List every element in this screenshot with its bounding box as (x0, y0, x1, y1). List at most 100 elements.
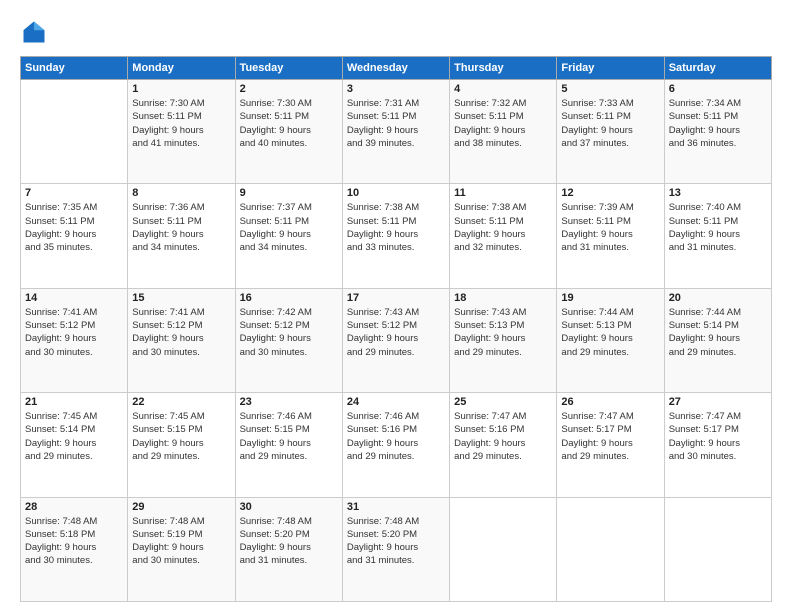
day-number: 6 (669, 83, 767, 95)
day-info: Sunrise: 7:46 AM Sunset: 5:16 PM Dayligh… (347, 411, 419, 462)
calendar-cell: 12 Sunrise: 7:39 AM Sunset: 5:11 PM Dayli… (557, 184, 664, 288)
day-number: 2 (240, 83, 338, 95)
calendar-cell: 11 Sunrise: 7:38 AM Sunset: 5:11 PM Dayli… (450, 184, 557, 288)
day-info: Sunrise: 7:38 AM Sunset: 5:11 PM Dayligh… (454, 202, 526, 253)
day-info: Sunrise: 7:45 AM Sunset: 5:15 PM Dayligh… (132, 411, 204, 462)
day-info: Sunrise: 7:44 AM Sunset: 5:14 PM Dayligh… (669, 307, 741, 358)
day-number: 30 (240, 501, 338, 513)
day-info: Sunrise: 7:41 AM Sunset: 5:12 PM Dayligh… (25, 307, 97, 358)
calendar-cell: 2 Sunrise: 7:30 AM Sunset: 5:11 PM Daylig… (235, 80, 342, 184)
logo (20, 18, 52, 46)
calendar-cell: 31 Sunrise: 7:48 AM Sunset: 5:20 PM Dayli… (342, 497, 449, 601)
day-info: Sunrise: 7:47 AM Sunset: 5:16 PM Dayligh… (454, 411, 526, 462)
calendar-cell: 17 Sunrise: 7:43 AM Sunset: 5:12 PM Dayli… (342, 288, 449, 392)
header (20, 18, 772, 46)
calendar-cell: 24 Sunrise: 7:46 AM Sunset: 5:16 PM Dayli… (342, 393, 449, 497)
calendar-cell: 10Sunrise: 7:38 AM Sunset: 5:11 PM Dayli… (342, 184, 449, 288)
calendar-cell: 6Sunrise: 7:34 AM Sunset: 5:11 PM Daylig… (664, 80, 771, 184)
day-number: 20 (669, 292, 767, 304)
day-info: Sunrise: 7:48 AM Sunset: 5:20 PM Dayligh… (240, 516, 312, 567)
weekday-header: Friday (557, 57, 664, 80)
day-info: Sunrise: 7:37 AM Sunset: 5:11 PM Dayligh… (240, 202, 312, 253)
day-number: 29 (132, 501, 230, 513)
day-number: 28 (25, 501, 123, 513)
calendar-cell (664, 497, 771, 601)
day-info: Sunrise: 7:40 AM Sunset: 5:11 PM Dayligh… (669, 202, 741, 253)
day-info: Sunrise: 7:39 AM Sunset: 5:11 PM Dayligh… (561, 202, 633, 253)
calendar-cell: 15Sunrise: 7:41 AM Sunset: 5:12 PM Dayli… (128, 288, 235, 392)
day-number: 9 (240, 187, 338, 199)
weekday-header: Tuesday (235, 57, 342, 80)
calendar-cell (557, 497, 664, 601)
day-number: 27 (669, 396, 767, 408)
day-info: Sunrise: 7:43 AM Sunset: 5:12 PM Dayligh… (347, 307, 419, 358)
calendar-cell: 3 Sunrise: 7:31 AM Sunset: 5:11 PM Daylig… (342, 80, 449, 184)
weekday-header: Thursday (450, 57, 557, 80)
day-number: 24 (347, 396, 445, 408)
day-number: 16 (240, 292, 338, 304)
calendar-cell: 18Sunrise: 7:43 AM Sunset: 5:13 PM Dayli… (450, 288, 557, 392)
calendar-cell: 22 Sunrise: 7:45 AM Sunset: 5:15 PM Dayli… (128, 393, 235, 497)
day-number: 22 (132, 396, 230, 408)
day-number: 12 (561, 187, 659, 199)
day-info: Sunrise: 7:48 AM Sunset: 5:18 PM Dayligh… (25, 516, 97, 567)
calendar-cell: 19 Sunrise: 7:44 AM Sunset: 5:13 PM Dayli… (557, 288, 664, 392)
day-info: Sunrise: 7:35 AM Sunset: 5:11 PM Dayligh… (25, 202, 97, 253)
calendar-cell: 26 Sunrise: 7:47 AM Sunset: 5:17 PM Dayli… (557, 393, 664, 497)
calendar-cell: 23 Sunrise: 7:46 AM Sunset: 5:15 PM Dayli… (235, 393, 342, 497)
calendar-cell: 16 Sunrise: 7:42 AM Sunset: 5:12 PM Dayli… (235, 288, 342, 392)
day-info: Sunrise: 7:33 AM Sunset: 5:11 PM Dayligh… (561, 98, 633, 149)
day-number: 8 (132, 187, 230, 199)
calendar-cell: 4 Sunrise: 7:32 AM Sunset: 5:11 PM Daylig… (450, 80, 557, 184)
day-info: Sunrise: 7:47 AM Sunset: 5:17 PM Dayligh… (669, 411, 741, 462)
day-info: Sunrise: 7:36 AM Sunset: 5:11 PM Dayligh… (132, 202, 204, 253)
day-number: 19 (561, 292, 659, 304)
day-info: Sunrise: 7:48 AM Sunset: 5:19 PM Dayligh… (132, 516, 204, 567)
day-number: 18 (454, 292, 552, 304)
day-number: 14 (25, 292, 123, 304)
calendar-cell: 8 Sunrise: 7:36 AM Sunset: 5:11 PM Daylig… (128, 184, 235, 288)
calendar-cell: 27 Sunrise: 7:47 AM Sunset: 5:17 PM Dayli… (664, 393, 771, 497)
day-number: 17 (347, 292, 445, 304)
calendar-cell: 21Sunrise: 7:45 AM Sunset: 5:14 PM Dayli… (21, 393, 128, 497)
calendar-cell: 20 Sunrise: 7:44 AM Sunset: 5:14 PM Dayli… (664, 288, 771, 392)
calendar-cell: 9 Sunrise: 7:37 AM Sunset: 5:11 PM Daylig… (235, 184, 342, 288)
day-info: Sunrise: 7:44 AM Sunset: 5:13 PM Dayligh… (561, 307, 633, 358)
day-info: Sunrise: 7:30 AM Sunset: 5:11 PM Dayligh… (132, 98, 204, 149)
day-number: 13 (669, 187, 767, 199)
calendar-cell (450, 497, 557, 601)
day-number: 4 (454, 83, 552, 95)
day-info: Sunrise: 7:47 AM Sunset: 5:17 PM Dayligh… (561, 411, 633, 462)
weekday-header: Sunday (21, 57, 128, 80)
day-info: Sunrise: 7:31 AM Sunset: 5:11 PM Dayligh… (347, 98, 419, 149)
day-info: Sunrise: 7:30 AM Sunset: 5:11 PM Dayligh… (240, 98, 312, 149)
calendar-cell: 1 Sunrise: 7:30 AM Sunset: 5:11 PM Daylig… (128, 80, 235, 184)
day-info: Sunrise: 7:42 AM Sunset: 5:12 PM Dayligh… (240, 307, 312, 358)
day-info: Sunrise: 7:46 AM Sunset: 5:15 PM Dayligh… (240, 411, 312, 462)
page: SundayMondayTuesdayWednesdayThursdayFrid… (0, 0, 792, 612)
weekday-header: Saturday (664, 57, 771, 80)
weekday-header: Monday (128, 57, 235, 80)
day-number: 23 (240, 396, 338, 408)
day-number: 25 (454, 396, 552, 408)
calendar-cell: 13 Sunrise: 7:40 AM Sunset: 5:11 PM Dayli… (664, 184, 771, 288)
day-number: 7 (25, 187, 123, 199)
calendar-cell: 29 Sunrise: 7:48 AM Sunset: 5:19 PM Dayli… (128, 497, 235, 601)
day-number: 15 (132, 292, 230, 304)
calendar-cell (21, 80, 128, 184)
day-number: 3 (347, 83, 445, 95)
day-info: Sunrise: 7:32 AM Sunset: 5:11 PM Dayligh… (454, 98, 526, 149)
calendar-cell: 7 Sunrise: 7:35 AM Sunset: 5:11 PM Daylig… (21, 184, 128, 288)
calendar-cell: 30 Sunrise: 7:48 AM Sunset: 5:20 PM Dayli… (235, 497, 342, 601)
calendar-cell: 28 Sunrise: 7:48 AM Sunset: 5:18 PM Dayli… (21, 497, 128, 601)
day-number: 26 (561, 396, 659, 408)
day-info: Sunrise: 7:48 AM Sunset: 5:20 PM Dayligh… (347, 516, 419, 567)
day-number: 11 (454, 187, 552, 199)
day-number: 10 (347, 187, 445, 199)
day-number: 1 (132, 83, 230, 95)
day-number: 5 (561, 83, 659, 95)
calendar-table: SundayMondayTuesdayWednesdayThursdayFrid… (20, 56, 772, 602)
day-number: 31 (347, 501, 445, 513)
calendar-cell: 14 Sunrise: 7:41 AM Sunset: 5:12 PM Dayli… (21, 288, 128, 392)
weekday-header: Wednesday (342, 57, 449, 80)
